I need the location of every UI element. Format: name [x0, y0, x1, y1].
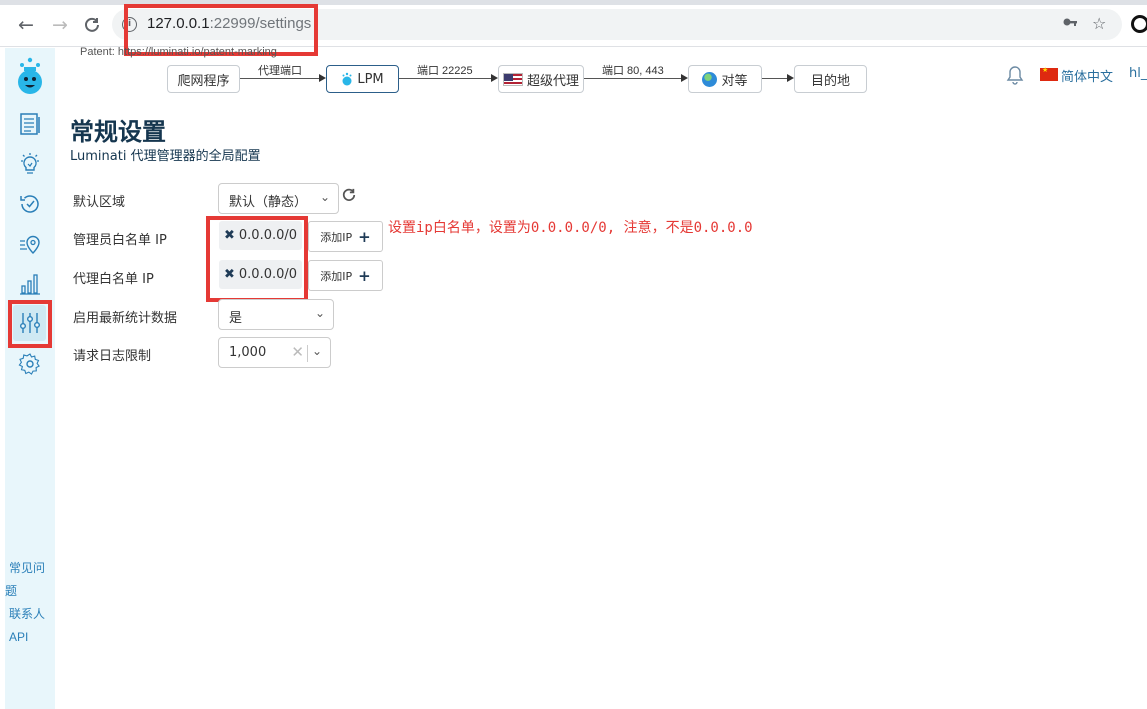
lightbulb-icon[interactable] [18, 152, 42, 176]
zone-select[interactable]: 默认（静态） ⌄ [218, 183, 339, 214]
flow-destination: 目的地 [794, 65, 867, 93]
chevron-down-icon: ⌄ [311, 344, 322, 358]
bookmark-star-icon[interactable]: ☆ [1092, 14, 1106, 33]
patent-text[interactable]: Patent: https://luminati.io/patent-marki… [80, 46, 277, 58]
flow-peer: 对等 [688, 65, 762, 93]
location-pin-icon[interactable] [18, 232, 42, 256]
chevron-down-icon: ⌄ [319, 190, 330, 204]
proxy-add-ip-button[interactable]: 添加IP + [308, 260, 383, 291]
proxy-ip-chip[interactable]: ✖ 0.0.0.0/0 [219, 260, 302, 289]
select-separator [307, 345, 308, 362]
flow-arrow [319, 74, 326, 82]
flow-super-proxy: 超级代理 [498, 65, 584, 93]
annotation-note: 设置ip白名单，设置为0.0.0.0/0, 注意，不是0.0.0.0 [388, 220, 753, 236]
settings-sliders-icon[interactable] [18, 311, 42, 335]
forward-icon[interactable]: → [48, 13, 72, 37]
chevron-down-icon: ⌄ [314, 306, 325, 320]
stats-label: 启用最新统计数据 [73, 311, 178, 326]
page-subtitle: Luminati 代理管理器的全局配置 [70, 149, 261, 164]
clear-icon[interactable]: ✕ [291, 343, 304, 361]
stats-select[interactable]: 是 ⌄ [218, 299, 334, 330]
address-bar[interactable]: i 127.0.0.1:22999/settings ☆ [112, 9, 1122, 40]
refresh-icon[interactable] [342, 188, 356, 206]
tab-strip-edge [0, 0, 1147, 5]
overview-icon[interactable] [18, 112, 42, 136]
bell-icon[interactable] [1005, 65, 1025, 85]
api-link[interactable]: API [5, 626, 53, 649]
admin-add-ip-button[interactable]: 添加IP + [308, 221, 383, 252]
flow-arrow [787, 74, 794, 82]
flow-arrow [491, 74, 498, 82]
flow-crawler: 爬网程序 [167, 65, 240, 93]
gear-icon[interactable] [18, 352, 42, 376]
china-flag-icon[interactable] [1040, 66, 1058, 81]
faq-link-wrap[interactable]: 题 [5, 580, 53, 603]
log-limit-label: 请求日志限制 [73, 349, 152, 364]
profile-icon[interactable] [1131, 15, 1147, 33]
admin-whitelist-label: 管理员白名单 IP [73, 233, 167, 248]
flow-connector [762, 78, 788, 79]
faq-link[interactable]: 常见问 [5, 557, 53, 580]
log-limit-select[interactable]: 1,000 ✕ ⌄ [218, 337, 331, 368]
flow-connector [399, 78, 492, 79]
history-icon[interactable] [18, 192, 42, 216]
browser-toolbar: ← → i 127.0.0.1:22999/settings ☆ [0, 0, 1147, 47]
lpm-icon [342, 72, 352, 86]
zone-label: 默认区域 [73, 195, 126, 210]
remove-icon[interactable]: ✖ [224, 267, 235, 282]
user-menu[interactable]: hl_ [1129, 66, 1147, 81]
reload-icon[interactable] [80, 13, 104, 37]
plus-icon: + [358, 227, 371, 246]
us-flag-icon [502, 72, 523, 86]
flow-connector [240, 78, 320, 79]
flow-lpm: LPM [326, 65, 399, 93]
plus-icon: + [358, 266, 371, 285]
flow-connector [584, 78, 682, 79]
flow-port-label: 端口 22225 [417, 65, 473, 77]
luminati-logo-icon[interactable] [16, 56, 44, 96]
flow-arrow [681, 74, 688, 82]
flow-ports-label: 端口 80, 443 [602, 65, 664, 77]
contact-link[interactable]: 联系人 [5, 603, 53, 626]
remove-icon[interactable]: ✖ [224, 228, 235, 243]
language-selector[interactable]: 简体中文 [1061, 66, 1113, 85]
proxy-whitelist-label: 代理白名单 IP [73, 272, 154, 287]
flow-proxy-port-label: 代理端口 [258, 65, 302, 77]
back-icon[interactable]: ← [14, 13, 38, 37]
admin-ip-chip[interactable]: ✖ 0.0.0.0/0 [219, 221, 302, 250]
page-title: 常规设置 [70, 118, 166, 146]
stats-bar-icon[interactable] [18, 272, 42, 296]
globe-icon [702, 71, 718, 87]
key-icon[interactable] [1062, 14, 1078, 34]
url-text[interactable]: 127.0.0.1:22999/settings [147, 15, 311, 32]
site-info-icon[interactable]: i [122, 17, 137, 32]
sidebar-links: 常见问 题 联系人 API [5, 557, 53, 649]
